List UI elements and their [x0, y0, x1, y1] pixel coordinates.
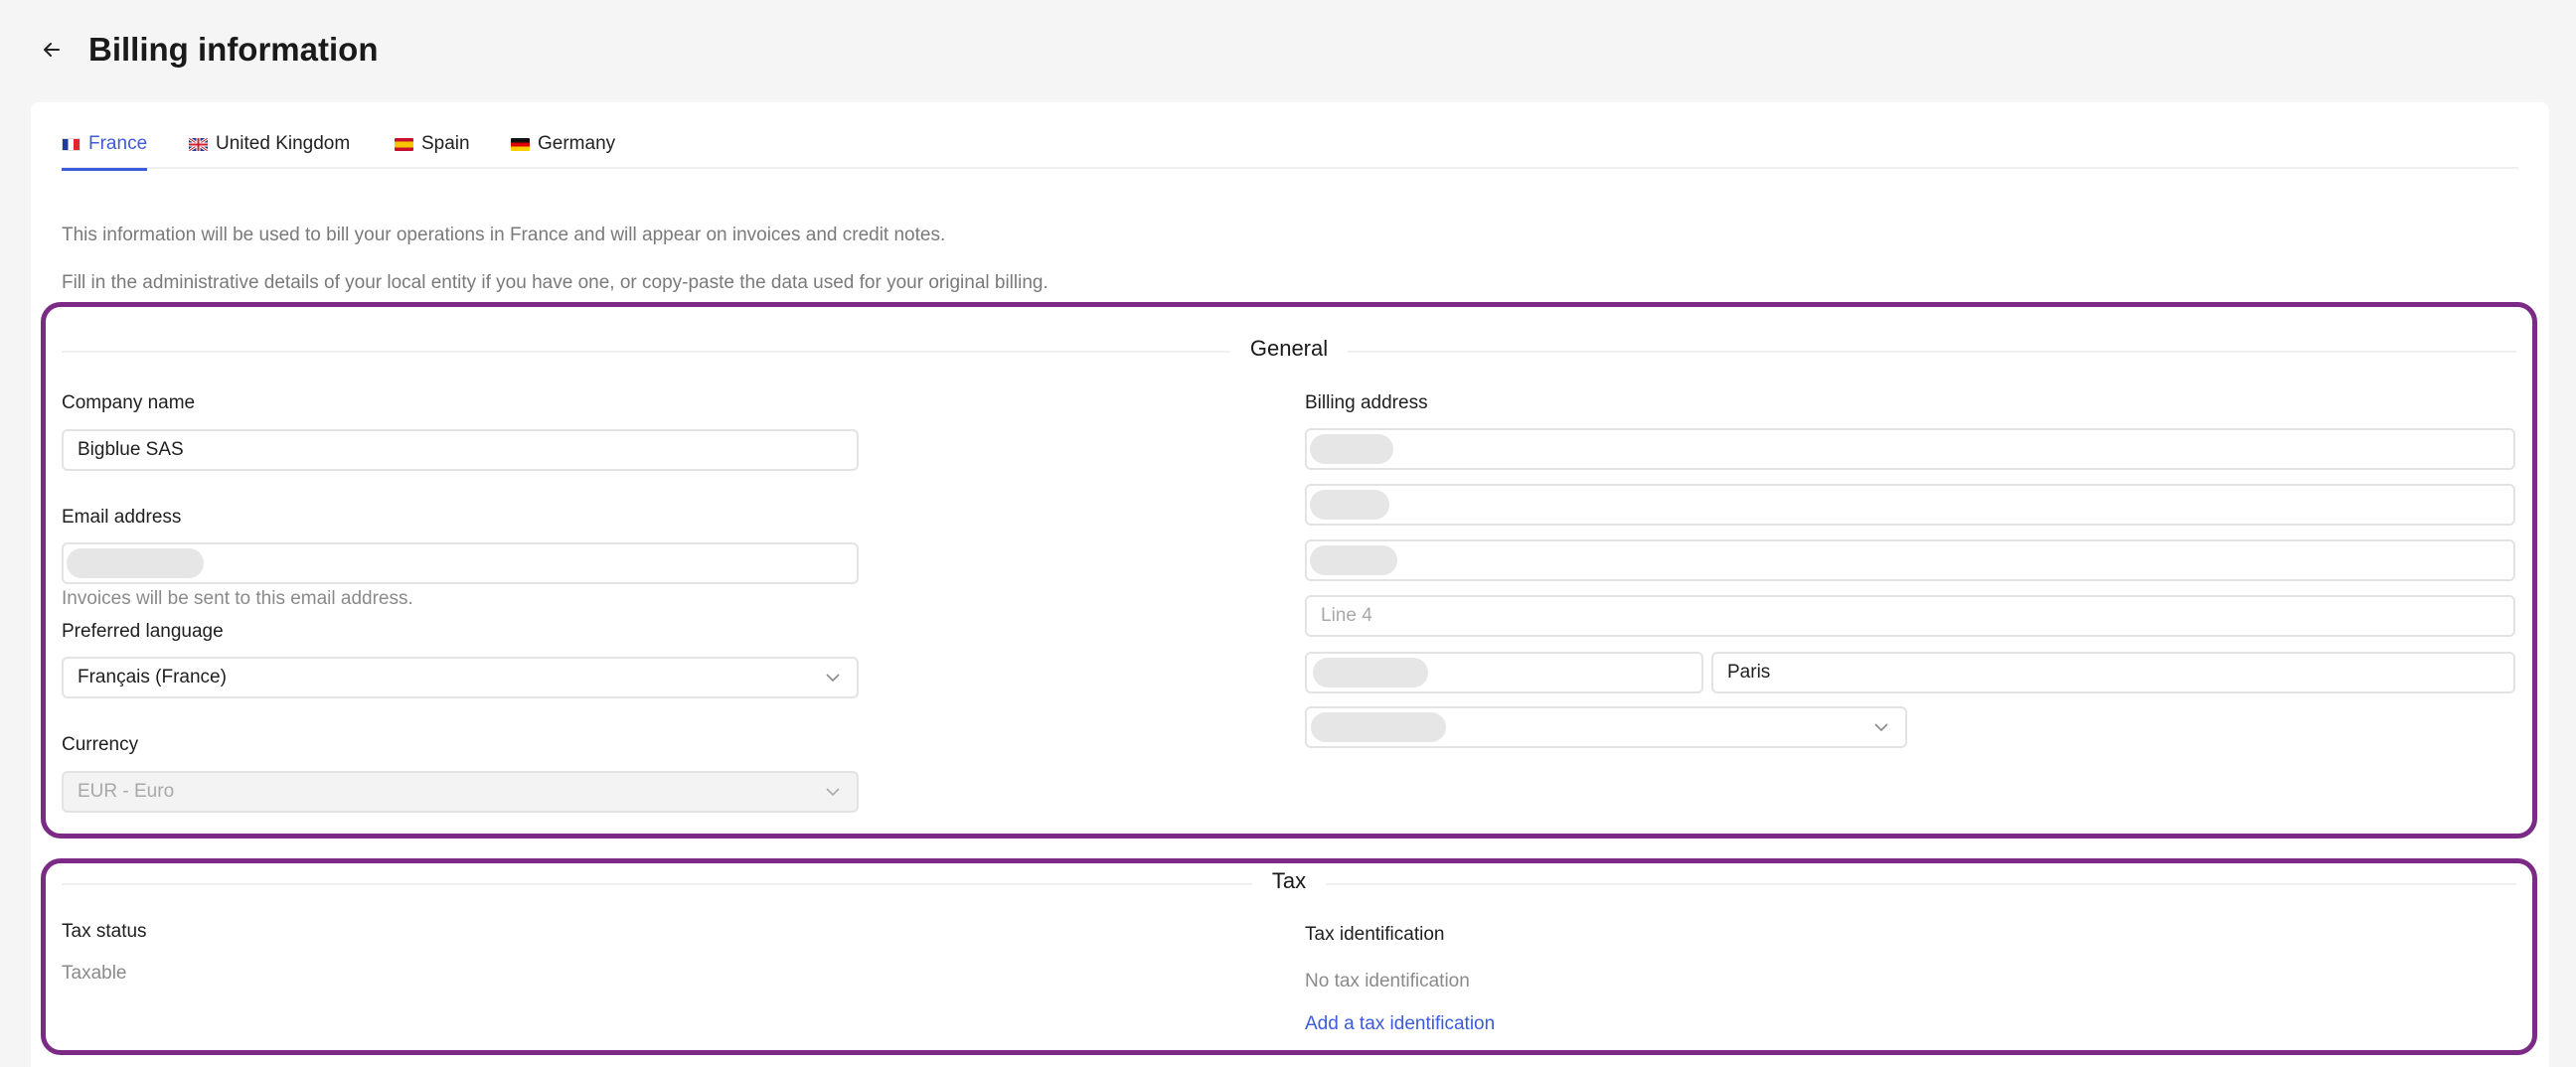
- company-name-input[interactable]: Bigblue SAS: [62, 429, 859, 471]
- redacted-value: [1310, 490, 1389, 520]
- tab-label: Spain: [421, 133, 470, 154]
- tax-identification-label: Tax identification: [1305, 924, 1445, 945]
- tab-label: France: [88, 133, 148, 154]
- redacted-value: [1313, 658, 1428, 687]
- intro-line-1: This information will be used to bill yo…: [62, 225, 946, 245]
- company-name-label: Company name: [62, 392, 196, 413]
- chevron-down-icon: [1874, 723, 1888, 732]
- address-line-3-input[interactable]: [1305, 539, 2515, 581]
- language-value: Français (France): [78, 667, 227, 687]
- tax-status-value: Taxable: [62, 963, 127, 984]
- chevron-down-icon: [826, 674, 840, 683]
- tax-identification-value: No tax identification: [1305, 971, 1470, 991]
- city-value: Paris: [1727, 662, 1771, 683]
- tab-united-kingdom[interactable]: United Kingdom: [189, 119, 350, 169]
- address-line-4-input[interactable]: Line 4: [1305, 595, 2515, 637]
- language-label: Preferred language: [62, 621, 224, 642]
- section-title-tax: Tax: [1251, 868, 1327, 894]
- email-helper: Invoices will be sent to this email addr…: [62, 588, 413, 609]
- address-line-1-input[interactable]: [1305, 428, 2515, 470]
- email-label: Email address: [62, 507, 182, 528]
- country-tabs: France United Kingdom Spain Germany: [62, 119, 2518, 171]
- language-select[interactable]: Français (France): [62, 657, 859, 698]
- tax-section: Tax Tax status Taxable Tax identificatio…: [41, 858, 2537, 1055]
- tax-status-label: Tax status: [62, 921, 147, 942]
- address-line-4-placeholder: Line 4: [1321, 605, 1372, 626]
- france-flag-icon: [62, 137, 80, 151]
- page-title: Billing information: [88, 31, 379, 68]
- tab-france[interactable]: France: [62, 119, 148, 171]
- arrow-left-icon: [44, 43, 60, 57]
- currency-value: EUR - Euro: [78, 781, 175, 802]
- tab-germany[interactable]: Germany: [511, 119, 615, 169]
- tax-divider: Tax: [62, 868, 2516, 894]
- tab-label: United Kingdom: [216, 133, 351, 154]
- billing-address-label: Billing address: [1305, 392, 1428, 413]
- page-header: Billing information: [0, 0, 2576, 101]
- address-line-2-input[interactable]: [1305, 484, 2515, 526]
- back-button[interactable]: [36, 32, 68, 68]
- postal-code-input[interactable]: [1305, 652, 1703, 693]
- country-select[interactable]: [1305, 706, 1907, 748]
- tab-label: Germany: [538, 133, 616, 154]
- germany-flag-icon: [511, 137, 530, 151]
- redacted-value: [67, 548, 204, 578]
- general-divider: General: [62, 336, 2516, 362]
- section-title-general: General: [1229, 336, 1349, 362]
- company-name-value: Bigblue SAS: [78, 439, 184, 460]
- intro-line-2: Fill in the administrative details of yo…: [62, 272, 1048, 293]
- city-input[interactable]: Paris: [1711, 652, 2515, 693]
- chevron-down-icon: [826, 788, 840, 797]
- currency-select[interactable]: EUR - Euro: [62, 771, 859, 813]
- redacted-value: [1310, 434, 1393, 464]
- general-section: General Company name Bigblue SAS Email a…: [41, 302, 2537, 838]
- uk-flag-icon: [189, 137, 208, 151]
- tab-spain[interactable]: Spain: [395, 119, 470, 169]
- email-input[interactable]: [62, 542, 859, 584]
- redacted-value: [1311, 712, 1446, 742]
- redacted-value: [1310, 545, 1397, 575]
- spain-flag-icon: [395, 137, 413, 151]
- currency-label: Currency: [62, 734, 139, 755]
- add-tax-identification-link[interactable]: Add a tax identification: [1305, 1013, 1495, 1035]
